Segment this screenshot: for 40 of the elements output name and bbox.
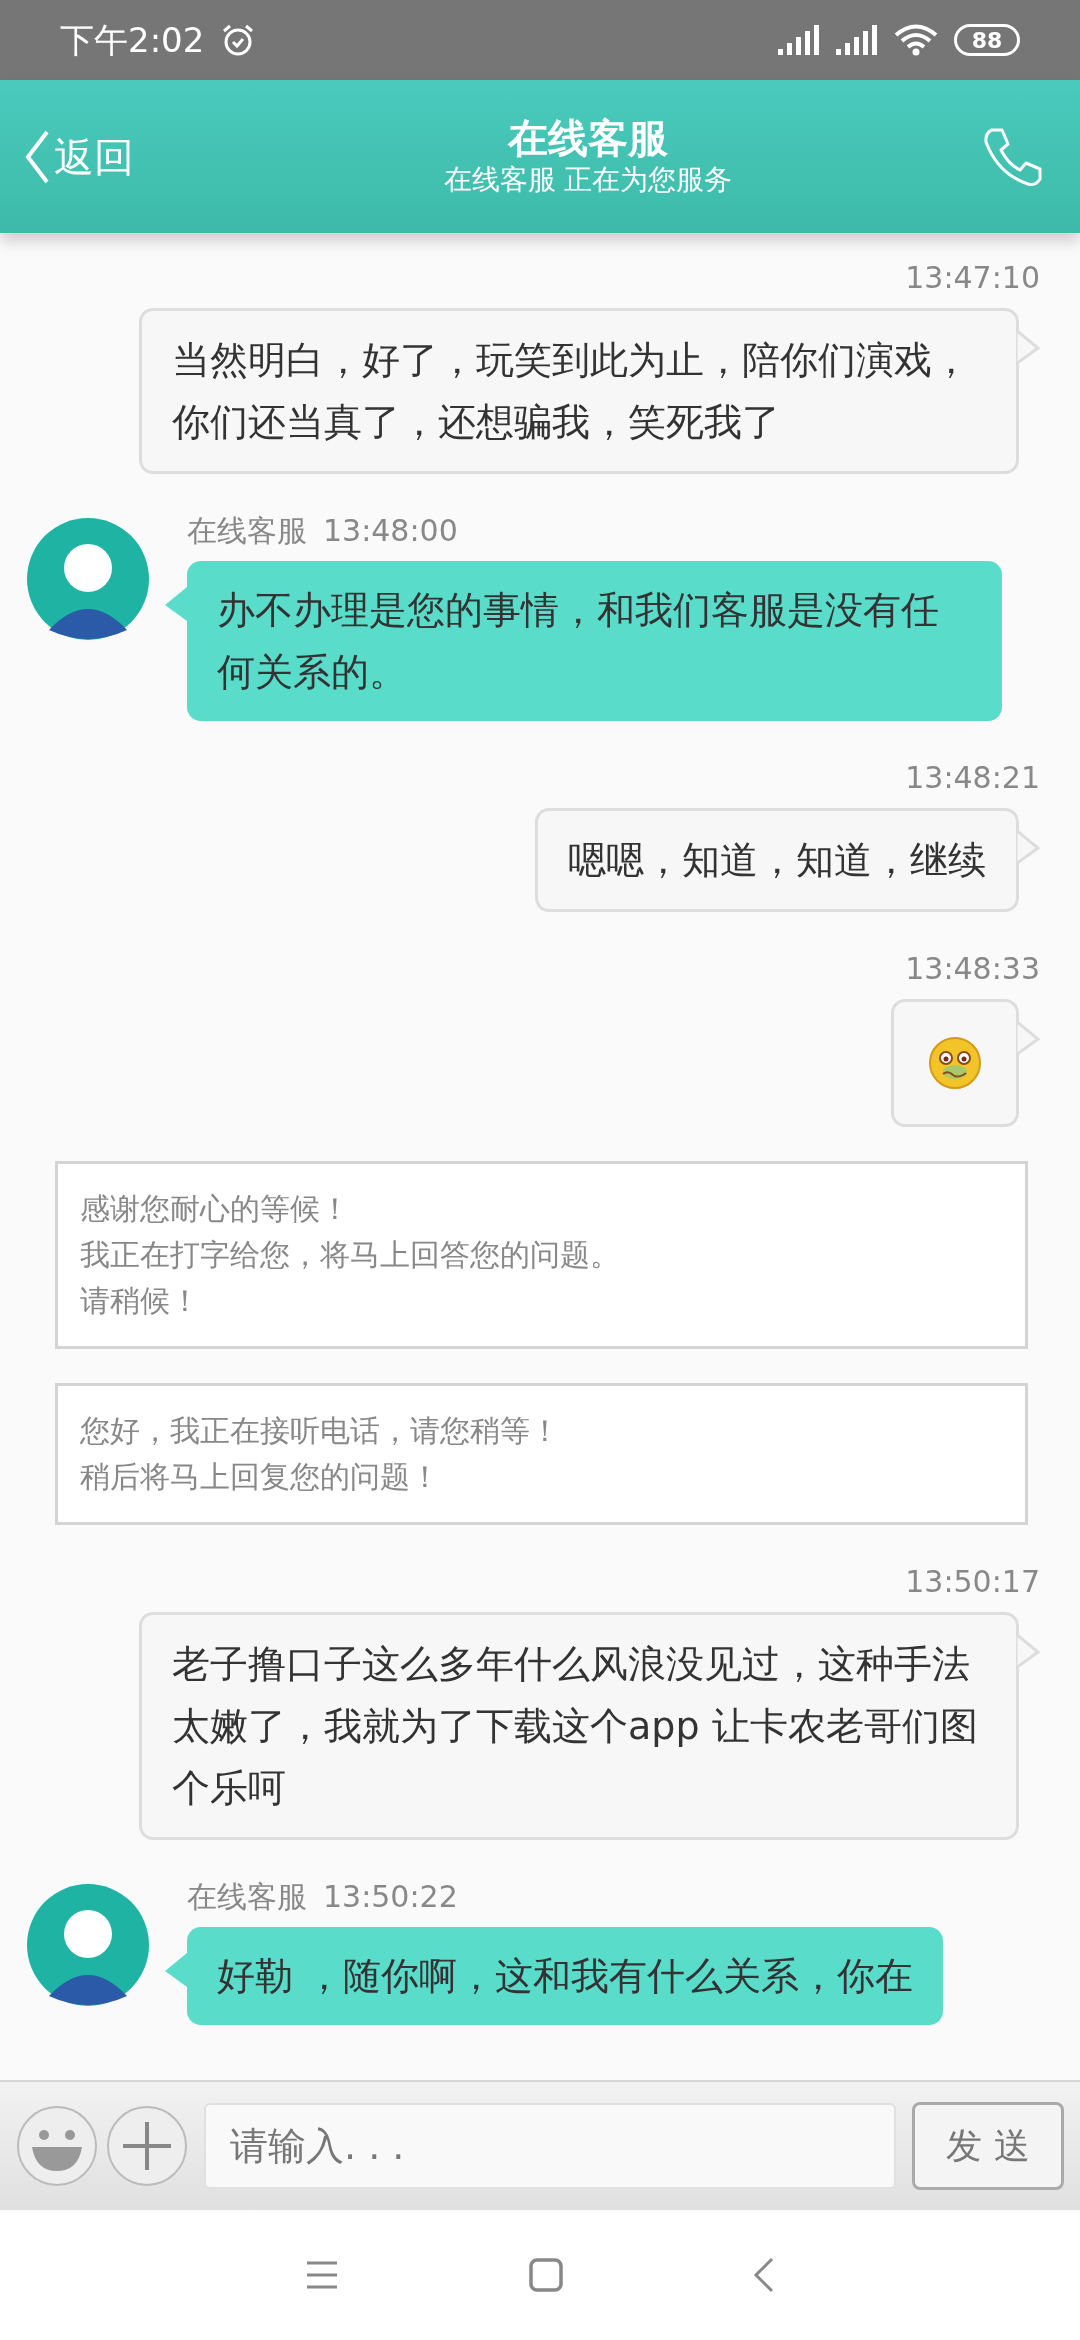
message-time: 13:48:33 bbox=[905, 950, 1040, 988]
message-bubble: 好勒 ，随你啊，这和我有什么关系，你在 bbox=[187, 1927, 944, 2025]
bubble-tail bbox=[1016, 330, 1040, 366]
back-icon[interactable] bbox=[753, 2257, 775, 2293]
notice-text: 我正在打字给您，将马上回答您的问题。 bbox=[80, 1236, 621, 1274]
signal-icon bbox=[836, 25, 878, 55]
add-icon[interactable] bbox=[106, 2105, 188, 2187]
message-bubble: 老子撸口子这么多年什么风浪没见过，这种手法太嫩了，我就为了下载这个app 让卡农老哥们图个乐呵 bbox=[139, 1612, 1019, 1840]
notice-text: 稍后将马上回复您的问题！ bbox=[80, 1458, 441, 1496]
message-time: 13:50:22 bbox=[323, 1878, 458, 1916]
menu-icon[interactable] bbox=[305, 2260, 339, 2290]
notice-text: 请稍候！ bbox=[80, 1282, 201, 1320]
sticker-icon bbox=[928, 1036, 982, 1090]
message-input[interactable]: 请输入. . . bbox=[204, 2103, 896, 2189]
notice-text: 感谢您耐心的等候！ bbox=[80, 1190, 351, 1228]
bubble-tail bbox=[163, 1953, 187, 1989]
bubble-tail bbox=[1016, 830, 1040, 866]
clock-time: 下午2:02 bbox=[60, 18, 205, 62]
sender-name: 在线客服 bbox=[187, 512, 307, 550]
notice-text: 您好，我正在接听电话，请您稍等！ bbox=[80, 1412, 561, 1450]
back-icon bbox=[24, 128, 50, 185]
emoji-icon[interactable] bbox=[16, 2105, 98, 2187]
bubble-tail bbox=[163, 587, 187, 623]
message-time: 13:50:17 bbox=[905, 1563, 1040, 1601]
wifi-icon bbox=[894, 24, 938, 56]
battery-indicator: 88 bbox=[954, 24, 1020, 56]
back-button[interactable]: 返回 bbox=[24, 126, 134, 187]
bubble-tail bbox=[1016, 1634, 1040, 1670]
message-bubble: 嗯嗯，知道，知道，继续 bbox=[535, 808, 1019, 912]
send-button[interactable]: 发 送 bbox=[912, 2102, 1064, 2190]
sender-name: 在线客服 bbox=[187, 1878, 307, 1916]
chat-subtitle: 在线客服 正在为您服务 bbox=[443, 162, 733, 199]
message-time: 13:47:10 bbox=[905, 259, 1040, 297]
home-icon[interactable] bbox=[529, 2258, 563, 2292]
chat-title: 在线客服 bbox=[506, 114, 669, 163]
message-bubble: 当然明白，好了，玩笑到此为止，陪你们演戏，你们还当真了，还想骗我，笑死我了 bbox=[139, 308, 1019, 474]
message-bubble: 办不办理是您的事情，和我们客服是没有任何关系的。 bbox=[187, 561, 1002, 721]
signal-icon bbox=[778, 25, 820, 55]
message-time: 13:48:00 bbox=[323, 512, 458, 550]
message-time: 13:48:21 bbox=[905, 759, 1040, 797]
